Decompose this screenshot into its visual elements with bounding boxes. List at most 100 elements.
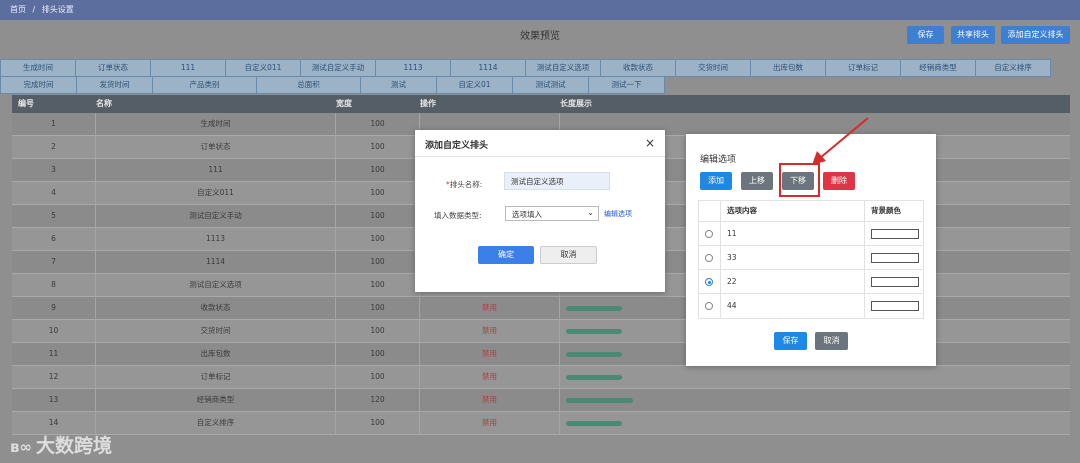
row-name: 订单状态 <box>96 136 336 158</box>
row-name: 111 <box>96 159 336 181</box>
row-operations[interactable]: 禁用 <box>420 343 560 365</box>
row-name: 自定义排序 <box>96 412 336 434</box>
delete-option-button[interactable]: 删除 <box>823 172 855 190</box>
row-operations[interactable]: 禁用 <box>420 366 560 388</box>
row-no: 5 <box>12 205 96 227</box>
breadcrumb-home[interactable]: 首页 <box>10 5 26 14</box>
col-op: 操作 <box>420 99 436 108</box>
col-background-color: 背景颜色 <box>871 206 901 215</box>
preview-header-cell: 发货时间 <box>76 76 153 94</box>
option-row: 22 <box>699 270 923 294</box>
preview-header-cell: 自定义01 <box>436 76 513 94</box>
add-custom-header-button[interactable]: 添加自定义排头 <box>1001 26 1070 44</box>
data-type-select[interactable]: 选项填入 ⌄ <box>505 206 599 221</box>
length-bar <box>566 328 622 334</box>
share-header-button[interactable]: 共享排头 <box>951 26 995 44</box>
row-width: 100 <box>336 251 420 273</box>
option-radio[interactable] <box>705 254 713 262</box>
row-no: 3 <box>12 159 96 181</box>
row-no: 11 <box>12 343 96 365</box>
length-bar <box>566 305 622 311</box>
save-button[interactable]: 保存 <box>907 26 944 44</box>
options-table-header: 选项内容 背景颜色 <box>699 201 923 222</box>
data-type-label: 填入数据类型: <box>434 211 482 220</box>
preview-header-cell: 出库包数 <box>750 59 826 77</box>
length-bar <box>566 397 634 403</box>
cancel-button[interactable]: 取消 <box>540 246 597 264</box>
preview-header-cell: 1114 <box>450 59 526 77</box>
preview-header-cell: 总面积 <box>256 76 361 94</box>
option-row: 44 <box>699 294 923 318</box>
option-row: 33 <box>699 246 923 270</box>
row-name: 交货时间 <box>96 320 336 342</box>
background-color-input[interactable] <box>871 229 919 239</box>
close-icon[interactable]: × <box>645 136 655 150</box>
row-name: 测试自定义手动 <box>96 205 336 227</box>
watermark-text: 大数跨境 <box>36 435 113 457</box>
row-length-display <box>560 366 1070 388</box>
preview-header-cell: 产品类别 <box>152 76 257 94</box>
preview-header-cell: 交货时间 <box>675 59 751 77</box>
row-name: 1113 <box>96 228 336 250</box>
row-no: 4 <box>12 182 96 204</box>
col-option-content: 选项内容 <box>721 201 865 221</box>
data-type-value: 选项填入 <box>512 210 542 219</box>
row-width: 100 <box>336 136 420 158</box>
option-radio[interactable] <box>705 302 713 310</box>
preview-header-cell: 自定义011 <box>225 59 301 77</box>
preview-header-cell: 测试自定义选项 <box>525 59 601 77</box>
table-row: 13 经销商类型 120 禁用 <box>12 389 1070 412</box>
save-options-button[interactable]: 保存 <box>774 332 807 350</box>
row-no: 10 <box>12 320 96 342</box>
preview-header-cell: 自定义排序 <box>975 59 1051 77</box>
row-name: 测试自定义选项 <box>96 274 336 296</box>
row-operations[interactable]: 禁用 <box>420 297 560 319</box>
breadcrumb-current: 排头设置 <box>41 5 74 14</box>
row-no: 2 <box>12 136 96 158</box>
row-width: 100 <box>336 366 420 388</box>
header-name-input[interactable]: 测试自定义选项 <box>504 172 610 190</box>
modal-header: 添加自定义排头 × <box>415 130 665 157</box>
option-content[interactable]: 22 <box>721 270 865 293</box>
length-bar <box>566 351 622 357</box>
option-content[interactable]: 11 <box>721 222 865 245</box>
row-operations[interactable]: 禁用 <box>420 412 560 434</box>
row-width: 120 <box>336 389 420 411</box>
row-width: 100 <box>336 274 420 296</box>
preview-header-cell: 订单标记 <box>825 59 901 77</box>
background-color-input[interactable] <box>871 277 919 287</box>
preview-header-cell: 完成时间 <box>0 76 77 94</box>
table-row: 12 订单标记 100 禁用 <box>12 366 1070 389</box>
option-radio[interactable] <box>705 278 713 286</box>
row-width: 100 <box>336 412 420 434</box>
row-name: 订单标记 <box>96 366 336 388</box>
preview-header-cell: 测试一下 <box>588 76 665 94</box>
row-no: 8 <box>12 274 96 296</box>
background-color-input[interactable] <box>871 253 919 263</box>
move-up-button[interactable]: 上移 <box>741 172 773 190</box>
row-width: 100 <box>336 297 420 319</box>
chevron-down-icon: ⌄ <box>587 208 594 217</box>
options-table: 选项内容 背景颜色 11 33 22 44 <box>698 200 924 319</box>
option-content[interactable]: 44 <box>721 294 865 318</box>
row-operations[interactable]: 禁用 <box>420 320 560 342</box>
col-length: 长度展示 <box>560 99 592 108</box>
modal-title: 添加自定义排头 <box>425 141 489 151</box>
confirm-button[interactable]: 确定 <box>478 246 534 264</box>
option-content[interactable]: 33 <box>721 246 865 269</box>
add-option-button[interactable]: 添加 <box>700 172 732 190</box>
watermark-logo: ʙ∞ <box>10 438 32 456</box>
breadcrumb-separator: / <box>32 5 36 14</box>
row-name: 收款状态 <box>96 297 336 319</box>
option-radio[interactable] <box>705 230 713 238</box>
cancel-options-button[interactable]: 取消 <box>815 332 848 350</box>
preview-header-cell: 订单状态 <box>75 59 151 77</box>
edit-options-link[interactable]: 编辑选项 <box>604 209 632 219</box>
row-width: 100 <box>336 320 420 342</box>
row-operations[interactable]: 禁用 <box>420 389 560 411</box>
row-name: 生成时间 <box>96 113 336 135</box>
length-bar <box>566 420 622 426</box>
annotation-arrow-icon <box>812 117 869 165</box>
background-color-input[interactable] <box>871 301 919 311</box>
row-name: 经销商类型 <box>96 389 336 411</box>
